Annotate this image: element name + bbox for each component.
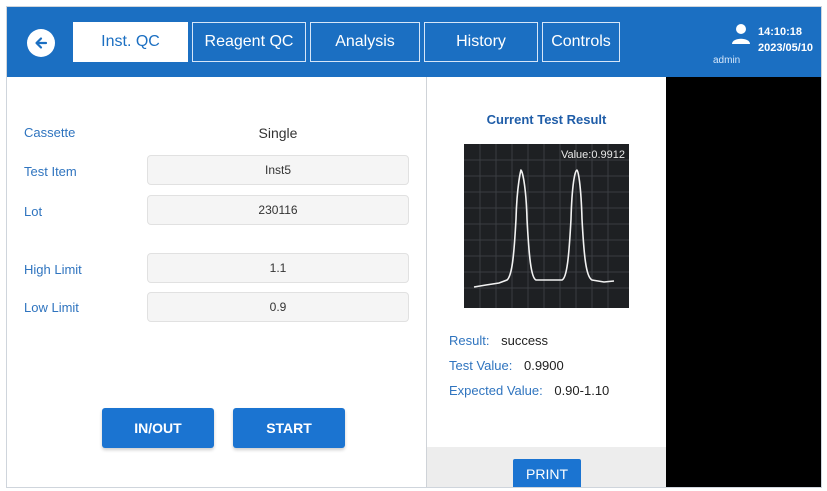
qc-form-panel: Cassette Single Test Item Inst5 Lot 2301… (7, 77, 426, 487)
clock-date: 2023/05/10 (758, 42, 814, 54)
lot-field[interactable]: 230116 (147, 195, 409, 225)
tab-controls[interactable]: Controls (542, 22, 620, 62)
low-limit-field[interactable]: 0.9 (147, 292, 409, 322)
tab-reagent-qc[interactable]: Reagent QC (192, 22, 306, 62)
test-value-label: Test Value: (449, 358, 513, 373)
test-value-row: Test Value: 0.9900 (449, 358, 564, 373)
result-waveform (464, 144, 629, 308)
test-item-label: Test Item (24, 164, 77, 179)
cassette-label: Cassette (24, 125, 76, 140)
chart-value-label: Value:0.9912 (560, 149, 625, 161)
clock-time: 14:10:18 (758, 26, 803, 38)
lot-label: Lot (24, 204, 43, 219)
high-limit-label: High Limit (24, 262, 82, 277)
high-limit-field[interactable]: 1.1 (147, 253, 409, 283)
expected-value-label: Expected Value: (449, 383, 543, 398)
expected-value-row: Expected Value: 0.90-1.10 (449, 383, 609, 398)
app-window: Inst. QC Reagent QC Analysis History Con… (6, 6, 822, 488)
low-limit-label: Low Limit (24, 300, 79, 315)
result-chart: Value:0.9912 (464, 144, 629, 308)
print-bar: PRINT (427, 447, 666, 487)
result-label: Result: (449, 333, 490, 348)
result-row: Result: success (449, 333, 548, 348)
test-item-field[interactable]: Inst5 (147, 155, 409, 185)
print-button[interactable]: PRINT (513, 459, 581, 487)
back-button[interactable] (27, 29, 55, 57)
user-name: admin (713, 55, 741, 66)
black-panel (666, 77, 821, 487)
result-panel: Current Test Result Value:0.9912 Result:… (427, 77, 666, 487)
test-value: 0.9900 (523, 358, 564, 373)
tab-analysis[interactable]: Analysis (310, 22, 420, 62)
user-icon[interactable] (731, 23, 751, 45)
tab-inst-qc[interactable]: Inst. QC (73, 22, 188, 62)
tab-history[interactable]: History (424, 22, 538, 62)
cassette-value: Single (258, 125, 298, 141)
result-value: success (501, 333, 549, 348)
top-bar: Inst. QC Reagent QC Analysis History Con… (7, 7, 821, 77)
back-arrow-icon (35, 37, 48, 49)
inout-button[interactable]: IN/OUT (102, 408, 214, 448)
start-button[interactable]: START (233, 408, 345, 448)
result-title: Current Test Result (486, 112, 607, 127)
expected-value: 0.90-1.10 (554, 383, 610, 398)
